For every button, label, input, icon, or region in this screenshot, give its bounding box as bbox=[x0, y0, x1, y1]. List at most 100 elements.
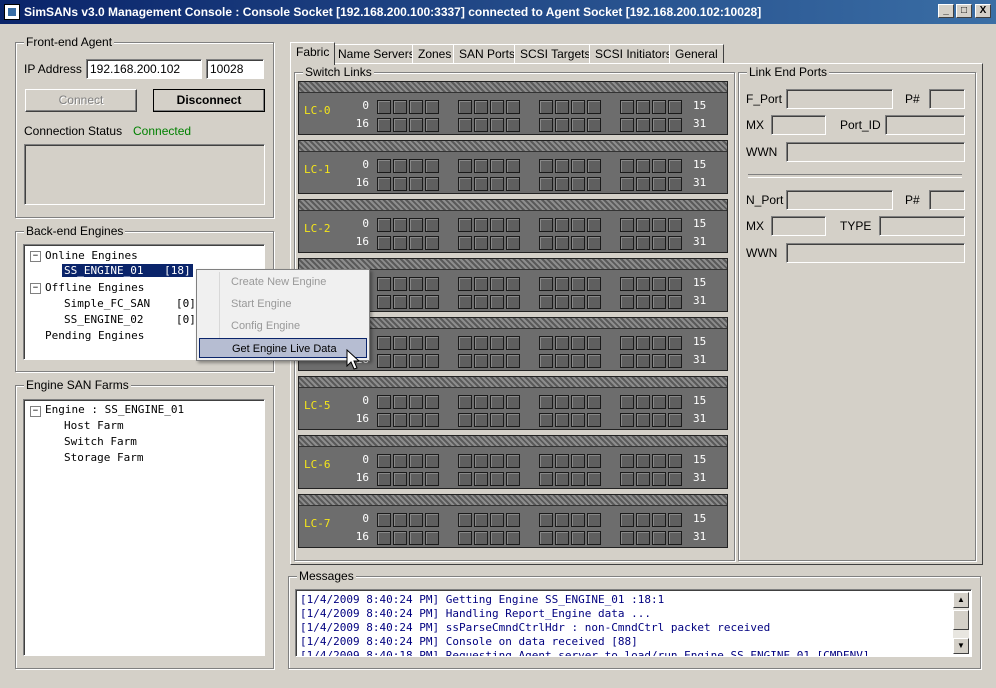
switch-port[interactable] bbox=[474, 218, 488, 232]
switch-port[interactable] bbox=[377, 295, 391, 309]
switch-port[interactable] bbox=[393, 336, 407, 350]
switch-port[interactable] bbox=[587, 277, 601, 291]
switch-port[interactable] bbox=[620, 177, 634, 191]
f-port-mx-field[interactable] bbox=[771, 115, 826, 135]
farms-tree[interactable]: − Engine : SS_ENGINE_01 Host Farm Switch… bbox=[23, 399, 265, 656]
switch-port[interactable] bbox=[474, 236, 488, 250]
switch-port[interactable] bbox=[425, 159, 439, 173]
switch-port[interactable] bbox=[377, 354, 391, 368]
switch-port[interactable] bbox=[636, 454, 650, 468]
switch-port[interactable] bbox=[571, 159, 585, 173]
tree-item-ss-engine-02[interactable]: SS_ENGINE_02 bbox=[64, 313, 143, 326]
switch-port[interactable] bbox=[555, 236, 569, 250]
switch-port[interactable] bbox=[539, 513, 553, 527]
switch-port[interactable] bbox=[636, 177, 650, 191]
switch-port[interactable] bbox=[587, 118, 601, 132]
switch-port[interactable] bbox=[393, 454, 407, 468]
switch-port[interactable] bbox=[539, 336, 553, 350]
switch-card[interactable]: LC-2 0 15 16 31 bbox=[298, 199, 728, 253]
switch-port[interactable] bbox=[571, 531, 585, 545]
switch-port[interactable] bbox=[458, 177, 472, 191]
ip-address-field[interactable]: 192.168.200.102 bbox=[86, 59, 202, 79]
switch-port[interactable] bbox=[377, 513, 391, 527]
switch-port[interactable] bbox=[620, 100, 634, 114]
switch-port[interactable] bbox=[490, 472, 504, 486]
switch-port[interactable] bbox=[587, 395, 601, 409]
switch-port[interactable] bbox=[652, 218, 666, 232]
switch-port[interactable] bbox=[425, 277, 439, 291]
switch-port[interactable] bbox=[393, 100, 407, 114]
switch-port[interactable] bbox=[474, 100, 488, 114]
switch-port[interactable] bbox=[539, 277, 553, 291]
switch-port[interactable] bbox=[587, 413, 601, 427]
switch-port[interactable] bbox=[587, 354, 601, 368]
switch-port[interactable] bbox=[425, 354, 439, 368]
type-field[interactable] bbox=[879, 216, 965, 236]
switch-port[interactable] bbox=[587, 472, 601, 486]
minimize-button[interactable]: _ bbox=[938, 4, 954, 18]
switch-port[interactable] bbox=[393, 531, 407, 545]
switch-port[interactable] bbox=[490, 218, 504, 232]
switch-port[interactable] bbox=[555, 513, 569, 527]
tab-fabric[interactable]: Fabric bbox=[290, 42, 336, 65]
switch-port[interactable] bbox=[474, 354, 488, 368]
switch-port[interactable] bbox=[587, 336, 601, 350]
switch-port[interactable] bbox=[409, 513, 423, 527]
switch-port[interactable] bbox=[409, 413, 423, 427]
switch-port[interactable] bbox=[409, 454, 423, 468]
switch-port[interactable] bbox=[458, 118, 472, 132]
switch-port[interactable] bbox=[425, 177, 439, 191]
switch-port[interactable] bbox=[571, 118, 585, 132]
collapse-icon[interactable]: − bbox=[30, 283, 41, 294]
switch-port[interactable] bbox=[458, 218, 472, 232]
switch-port[interactable] bbox=[506, 177, 520, 191]
switch-port[interactable] bbox=[555, 295, 569, 309]
switch-port[interactable] bbox=[393, 513, 407, 527]
switch-port[interactable] bbox=[425, 218, 439, 232]
switch-port[interactable] bbox=[458, 295, 472, 309]
messages-log[interactable]: [1/4/2009 8:40:24 PM] Getting Engine SS_… bbox=[295, 589, 972, 657]
n-port-wwn-field[interactable] bbox=[786, 243, 965, 263]
switch-port[interactable] bbox=[393, 395, 407, 409]
switch-port[interactable] bbox=[636, 100, 650, 114]
switch-port[interactable] bbox=[636, 395, 650, 409]
switch-port[interactable] bbox=[474, 513, 488, 527]
tree-pending-engines[interactable]: Pending Engines bbox=[45, 329, 144, 342]
switch-port[interactable] bbox=[490, 236, 504, 250]
switch-port[interactable] bbox=[393, 236, 407, 250]
switch-port[interactable] bbox=[393, 295, 407, 309]
switch-port[interactable] bbox=[668, 159, 682, 173]
switch-port[interactable] bbox=[490, 118, 504, 132]
switch-port[interactable] bbox=[555, 277, 569, 291]
switch-port[interactable] bbox=[377, 472, 391, 486]
switch-port[interactable] bbox=[652, 118, 666, 132]
switch-port[interactable] bbox=[474, 177, 488, 191]
switch-port[interactable] bbox=[539, 236, 553, 250]
switch-port[interactable] bbox=[555, 177, 569, 191]
switch-port[interactable] bbox=[539, 100, 553, 114]
n-port-p-number-field[interactable] bbox=[929, 190, 965, 210]
switch-port[interactable] bbox=[409, 277, 423, 291]
switch-port[interactable] bbox=[555, 336, 569, 350]
switch-port[interactable] bbox=[506, 277, 520, 291]
switch-port[interactable] bbox=[458, 413, 472, 427]
switch-port[interactable] bbox=[620, 354, 634, 368]
switch-port[interactable] bbox=[490, 336, 504, 350]
switch-port[interactable] bbox=[393, 354, 407, 368]
switch-port[interactable] bbox=[506, 531, 520, 545]
switch-port[interactable] bbox=[377, 531, 391, 545]
switch-port[interactable] bbox=[571, 218, 585, 232]
switch-port[interactable] bbox=[474, 454, 488, 468]
switch-port[interactable] bbox=[652, 531, 666, 545]
switch-port[interactable] bbox=[539, 454, 553, 468]
switch-port[interactable] bbox=[474, 277, 488, 291]
switch-port[interactable] bbox=[539, 159, 553, 173]
switch-port[interactable] bbox=[652, 472, 666, 486]
switch-port[interactable] bbox=[393, 177, 407, 191]
switch-port[interactable] bbox=[587, 159, 601, 173]
switch-port[interactable] bbox=[668, 295, 682, 309]
switch-port[interactable] bbox=[555, 118, 569, 132]
tab-scsi-targets[interactable]: SCSI Targets bbox=[514, 44, 597, 64]
switch-port[interactable] bbox=[571, 472, 585, 486]
switch-port[interactable] bbox=[409, 395, 423, 409]
